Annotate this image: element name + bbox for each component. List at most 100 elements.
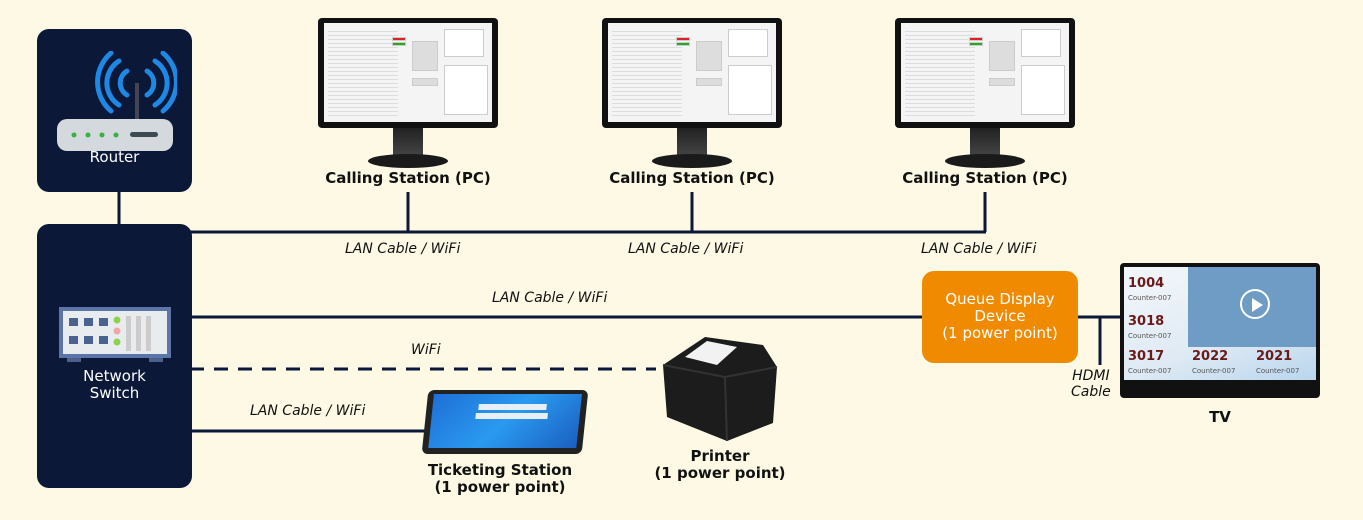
- queue-display-line3: (1 power point): [942, 324, 1058, 342]
- ticketing-line2: (1 power point): [434, 478, 566, 496]
- table-row: [328, 69, 398, 72]
- table-row: [612, 45, 682, 48]
- table-row: [328, 61, 398, 64]
- table-row: [905, 53, 975, 56]
- table-row: [328, 49, 398, 52]
- switch-label: Network Switch: [37, 368, 192, 402]
- tv-ticket: 2022 Counter-007: [1192, 349, 1236, 375]
- table-row: [612, 93, 682, 96]
- router-node: Router: [37, 29, 192, 192]
- table-row: [612, 97, 682, 100]
- table-row: [905, 45, 975, 48]
- calling-station-label: Calling Station (PC): [902, 169, 1068, 187]
- table-row: [612, 41, 682, 44]
- network-switch-icon: [59, 307, 171, 362]
- calling-station-label: Calling Station (PC): [609, 169, 775, 187]
- printer-icon: [662, 337, 778, 442]
- table-row: [328, 101, 398, 104]
- tv-ticket: 1004 Counter-007: [1128, 276, 1172, 302]
- table-row: [328, 53, 398, 56]
- table-row: [905, 37, 975, 40]
- table-row: [328, 73, 398, 76]
- ticketing-line1: Ticketing Station: [427, 461, 573, 479]
- table-row: [328, 93, 398, 96]
- table-row: [328, 33, 398, 36]
- table-row: [328, 65, 398, 68]
- calling-station-label: Calling Station (PC): [325, 169, 491, 187]
- table-row: [612, 49, 682, 52]
- calling-station-monitor: [602, 18, 782, 178]
- table-row: [612, 89, 682, 92]
- table-row: [328, 85, 398, 88]
- hdmi-line1: HDMI: [1072, 368, 1110, 384]
- calling-station-monitor: [318, 18, 498, 178]
- cable-label: LAN Cable / WiFi: [345, 241, 461, 257]
- cable-label: LAN Cable / WiFi: [492, 290, 608, 306]
- table-row: [905, 109, 975, 112]
- table-row: [905, 101, 975, 104]
- cable-label: LAN Cable / WiFi: [250, 403, 366, 419]
- network-switch-node: Network Switch: [37, 224, 192, 488]
- switch-label-line2: Switch: [89, 384, 140, 402]
- hdmi-line2: Cable: [1071, 384, 1111, 400]
- table-row: [612, 101, 682, 104]
- tv-label: TV: [1209, 408, 1231, 426]
- table-row: [905, 113, 975, 116]
- ticketing-label: Ticketing Station (1 power point): [400, 462, 600, 496]
- table-row: [905, 41, 975, 44]
- table-row: [905, 49, 975, 52]
- table-row: [612, 113, 682, 116]
- table-row: [612, 109, 682, 112]
- table-row: [905, 89, 975, 92]
- queue-display-line2: Device: [974, 307, 1026, 325]
- printer-label: Printer (1 power point): [620, 448, 820, 482]
- cable-label: LAN Cable / WiFi: [628, 241, 744, 257]
- video-thumbnail: [1188, 267, 1316, 347]
- table-row: [328, 41, 398, 44]
- tv: 1004 Counter-007 3018 Counter-007 3017 Coun…: [1120, 263, 1320, 398]
- printer-line2: (1 power point): [654, 464, 786, 482]
- router-label: Router: [89, 148, 140, 166]
- ticketing-tablet: [421, 390, 589, 454]
- table-row: [905, 69, 975, 72]
- table-row: [905, 29, 975, 32]
- switch-label-line1: Network: [83, 367, 146, 385]
- ticket-button[interactable]: [478, 404, 547, 410]
- table-row: [328, 113, 398, 116]
- tv-ticket: 3018 Counter-007: [1128, 314, 1172, 340]
- table-row: [905, 61, 975, 64]
- table-row: [905, 93, 975, 96]
- table-row: [612, 33, 682, 36]
- table-row: [612, 37, 682, 40]
- table-row: [328, 81, 398, 84]
- table-row: [612, 57, 682, 60]
- play-icon[interactable]: [1240, 289, 1270, 319]
- tv-screen: 1004 Counter-007 3018 Counter-007 3017 Coun…: [1124, 267, 1316, 380]
- table-row: [612, 105, 682, 108]
- table-row: [905, 57, 975, 60]
- table-row: [328, 97, 398, 100]
- table-row: [328, 109, 398, 112]
- calling-station-monitor: [895, 18, 1075, 178]
- table-row: [905, 81, 975, 84]
- table-row: [612, 65, 682, 68]
- ticket-button[interactable]: [475, 413, 548, 419]
- table-row: [905, 85, 975, 88]
- table-row: [328, 45, 398, 48]
- cable-label: WiFi: [411, 342, 441, 358]
- tablet-screen: [428, 394, 582, 448]
- table-row: [905, 97, 975, 100]
- router-icon: [57, 51, 177, 151]
- table-row: [328, 77, 398, 80]
- table-row: [612, 29, 682, 32]
- table-row: [328, 89, 398, 92]
- queue-display-line1: Queue Display: [945, 290, 1055, 308]
- table-row: [905, 73, 975, 76]
- table-row: [612, 69, 682, 72]
- table-row: [612, 85, 682, 88]
- table-row: [612, 77, 682, 80]
- table-row: [612, 81, 682, 84]
- table-row: [905, 65, 975, 68]
- table-row: [328, 37, 398, 40]
- queue-display-device: Queue Display Device (1 power point): [922, 271, 1078, 363]
